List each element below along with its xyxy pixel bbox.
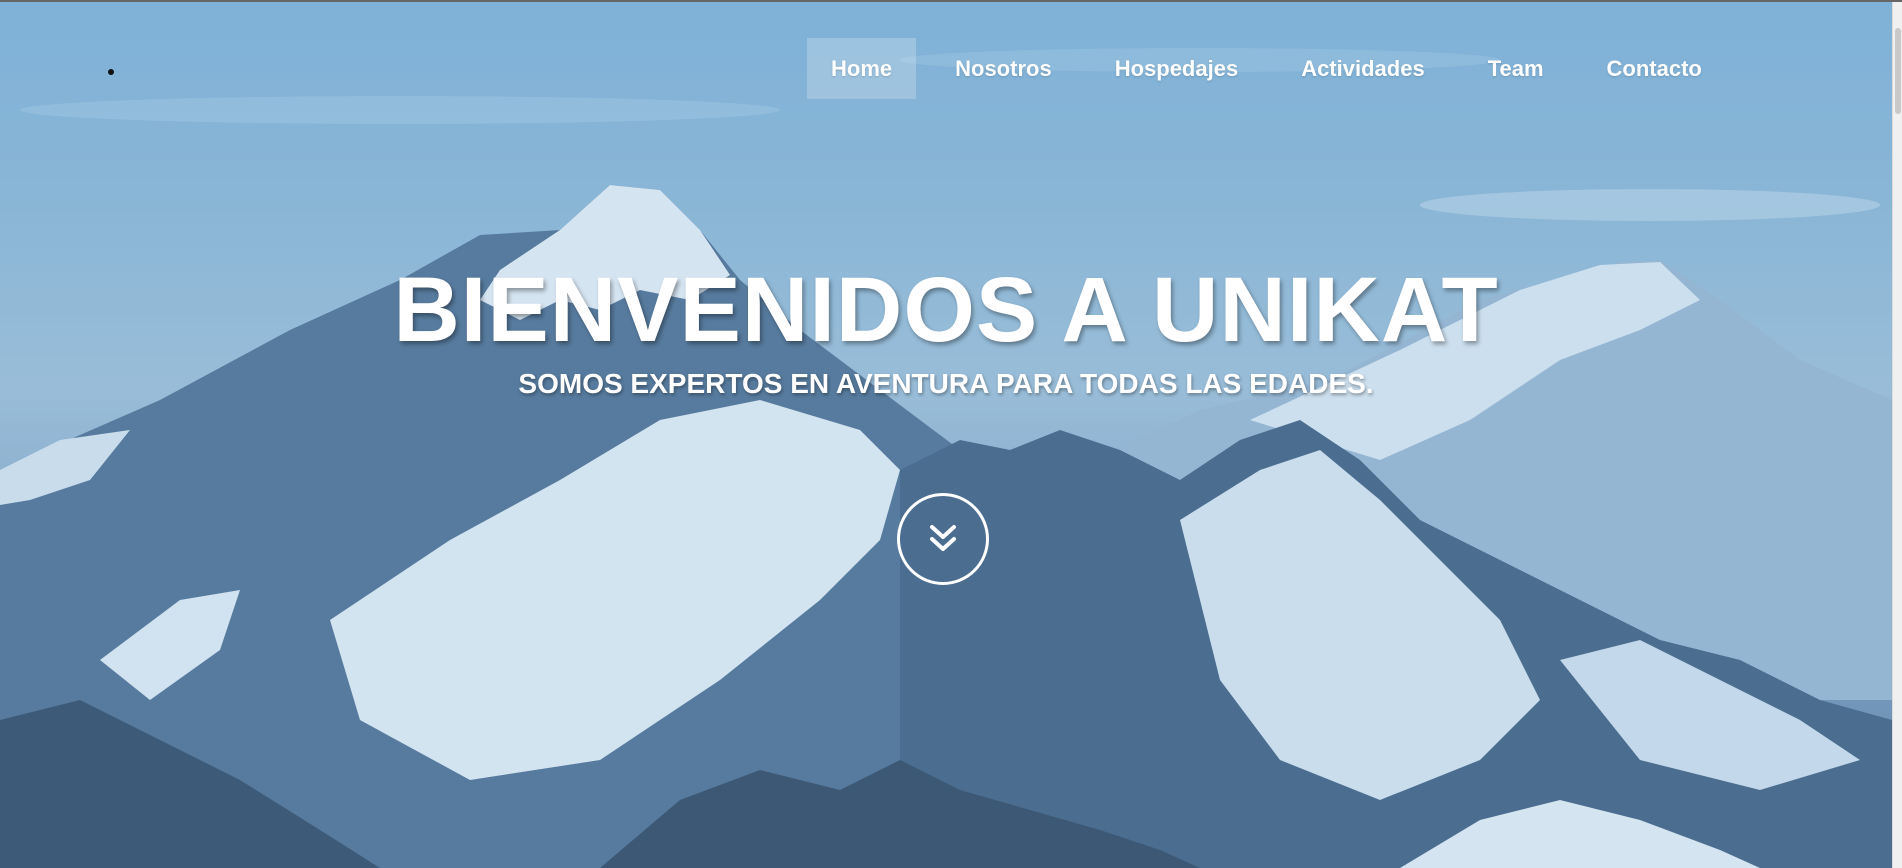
double-chevron-down-icon [930,525,956,551]
hero-section: Home Nosotros Hospedajes Actividades Tea… [0,0,1892,868]
scrollbar-thumb[interactable] [1895,28,1901,114]
scroll-down-button[interactable] [897,493,989,585]
main-navigation: Home Nosotros Hospedajes Actividades Tea… [807,38,1741,99]
page: Home Nosotros Hospedajes Actividades Tea… [0,0,1902,868]
nav-item-actividades[interactable]: Actividades [1277,38,1449,99]
nav-item-nosotros[interactable]: Nosotros [931,38,1076,99]
hero-title: BIENVENIDOS A UNIKAT [393,259,1499,361]
nav-item-contacto[interactable]: Contacto [1583,38,1726,99]
mountain-background-image [0,0,1892,868]
window-top-border [0,0,1902,2]
nav-item-team[interactable]: Team [1464,38,1568,99]
logo-dot-icon[interactable] [108,69,114,75]
nav-item-home[interactable]: Home [807,38,917,99]
vertical-scrollbar[interactable] [1892,0,1902,868]
hero-subtitle: SOMOS EXPERTOS EN AVENTURA PARA TODAS LA… [518,368,1374,399]
nav-item-hospedajes[interactable]: Hospedajes [1091,38,1263,99]
